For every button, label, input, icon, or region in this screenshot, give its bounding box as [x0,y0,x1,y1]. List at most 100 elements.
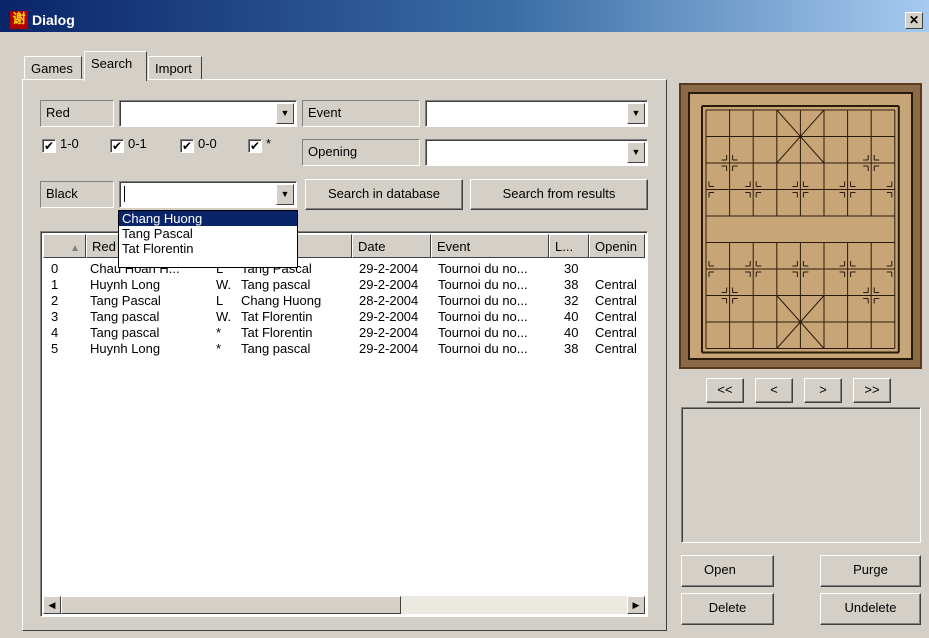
table-cell: Tang pascal [241,341,311,356]
scroll-right-icon[interactable]: ▶ [627,596,645,614]
table-cell: L [216,293,224,308]
sort-column-header[interactable]: ▲ [43,234,86,258]
table-cell: Tournoi du no... [438,309,528,324]
table-cell: 3 [51,309,59,324]
next-move-button[interactable]: > [804,378,842,403]
chevron-down-icon[interactable]: ▼ [627,142,645,163]
table-cell: Tang pascal [241,277,311,292]
tab-search[interactable]: Search [84,51,147,81]
table-cell: Tat Florentin [241,325,313,340]
table-cell: Tang pascal [90,309,160,324]
table-cell: Central [595,277,637,292]
column-header-length[interactable]: L... [549,234,589,258]
opening-combobox[interactable]: ▼ [425,139,648,166]
search-results-button[interactable]: Search from results [470,179,648,210]
table-cell: Tang pascal [90,325,160,340]
red-combobox[interactable]: ▼ [119,100,297,127]
result-check-0-1[interactable]: ✔ 0-1 [110,136,147,153]
table-cell: 1 [51,277,59,292]
result-check-unfinished[interactable]: ✔ * [248,136,271,153]
table-row[interactable]: 2 Tang Pascal L Chang Huong 28-2-2004 Tournoi… [43,293,643,309]
table-cell: 30 [564,261,579,276]
red-label: Red [40,100,114,127]
scroll-thumb[interactable] [61,596,401,614]
table-cell: 40 [564,309,579,324]
table-cell: 32 [564,293,579,308]
table-cell: 5 [51,341,59,356]
xiangqi-board[interactable] [688,92,913,360]
window-title: Dialog [32,12,75,28]
previous-move-button[interactable]: < [755,378,793,403]
dropdown-option[interactable]: Chang Huong [119,211,297,226]
checkbox-icon[interactable]: ✔ [42,139,56,153]
chevron-down-icon[interactable]: ▼ [627,103,645,124]
dropdown-option[interactable]: Tat Florentin [119,241,297,256]
title-bar[interactable]: 谢 Dialog ✕ [0,0,929,32]
table-cell: W. [216,277,232,292]
black-label: Black [40,181,114,208]
app-icon: 谢 [10,11,28,29]
tab-import[interactable]: Import [148,56,202,80]
table-row[interactable]: 4 Tang pascal * Tat Florentin 29-2-2004 Tourn… [43,325,643,341]
table-cell: Tournoi du no... [438,341,528,356]
dialog-window: 谢 Dialog ✕ Games Search Import Red ▼ Eve… [0,0,929,638]
dropdown-option[interactable]: Tang Pascal [119,226,297,241]
event-combobox[interactable]: ▼ [425,100,648,127]
board-frame [679,83,922,369]
table-cell: 38 [564,277,579,292]
table-cell: Huynh Long [90,277,161,292]
undelete-button[interactable]: Undelete [820,593,921,625]
table-cell: Tournoi du no... [438,293,528,308]
column-header-date[interactable]: Date [352,234,431,258]
checkbox-icon[interactable]: ✔ [248,139,262,153]
table-row[interactable]: 3 Tang pascal W. Tat Florentin 29-2-2004 Tour… [43,309,643,325]
table-cell: W. [216,309,232,324]
table-cell: 29-2-2004 [359,325,419,340]
check-label: * [266,136,272,151]
opening-label: Opening [302,139,420,166]
table-cell: Central [595,325,637,340]
chevron-down-icon[interactable]: ▼ [276,184,294,205]
checkbox-icon[interactable]: ✔ [180,139,194,153]
scroll-left-icon[interactable]: ◀ [43,596,61,614]
text-cursor [124,186,125,202]
table-cell: * [216,341,222,356]
checkbox-icon[interactable]: ✔ [110,139,124,153]
black-dropdown-list[interactable]: Chang Huong Tang Pascal Tat Florentin [118,210,298,268]
column-header-opening[interactable]: Openin [589,234,645,258]
table-cell: Tournoi du no... [438,261,528,276]
delete-button[interactable]: Delete [681,593,774,625]
table-cell: Central [595,309,637,324]
board-grid [701,105,900,354]
horizontal-scrollbar[interactable]: ◀ ▶ [43,596,645,614]
games-table[interactable]: ▲ Red Date Event L... Openin 0 Chau Hoan … [40,231,648,617]
close-button[interactable]: ✕ [905,12,923,29]
result-check-0-0[interactable]: ✔ 0-0 [180,136,217,153]
purge-button[interactable]: Purge [820,555,921,587]
search-database-button[interactable]: Search in database [305,179,463,210]
table-row[interactable]: 1 Huynh Long W. Tang pascal 29-2-2004 Tournoi… [43,277,643,293]
first-move-button[interactable]: << [706,378,744,403]
table-cell: Tournoi du no... [438,325,528,340]
last-move-button[interactable]: >> [853,378,891,403]
table-cell: Huynh Long [90,341,161,356]
tab-games[interactable]: Games [24,56,82,80]
table-cell: 29-2-2004 [359,341,419,356]
table-cell: 40 [564,325,579,340]
chevron-down-icon[interactable]: ▼ [276,103,294,124]
table-cell: 28-2-2004 [359,293,419,308]
open-button[interactable]: Open [681,555,774,587]
black-combobox[interactable]: ▼ [119,181,297,208]
table-cell: Tat Florentin [241,309,313,324]
table-cell: 4 [51,325,59,340]
check-label: 1-0 [60,136,79,151]
table-cell: * [216,325,222,340]
table-cell: Chang Huong [241,293,322,308]
table-row[interactable]: 5 Huynh Long * Tang pascal 29-2-2004 Tournoi … [43,341,643,357]
game-info-box [681,407,921,543]
check-label: 0-0 [198,136,217,151]
event-label: Event [302,100,420,127]
table-cell: Central [595,341,637,356]
result-check-1-0[interactable]: ✔ 1-0 [42,136,79,153]
column-header-event[interactable]: Event [431,234,549,258]
